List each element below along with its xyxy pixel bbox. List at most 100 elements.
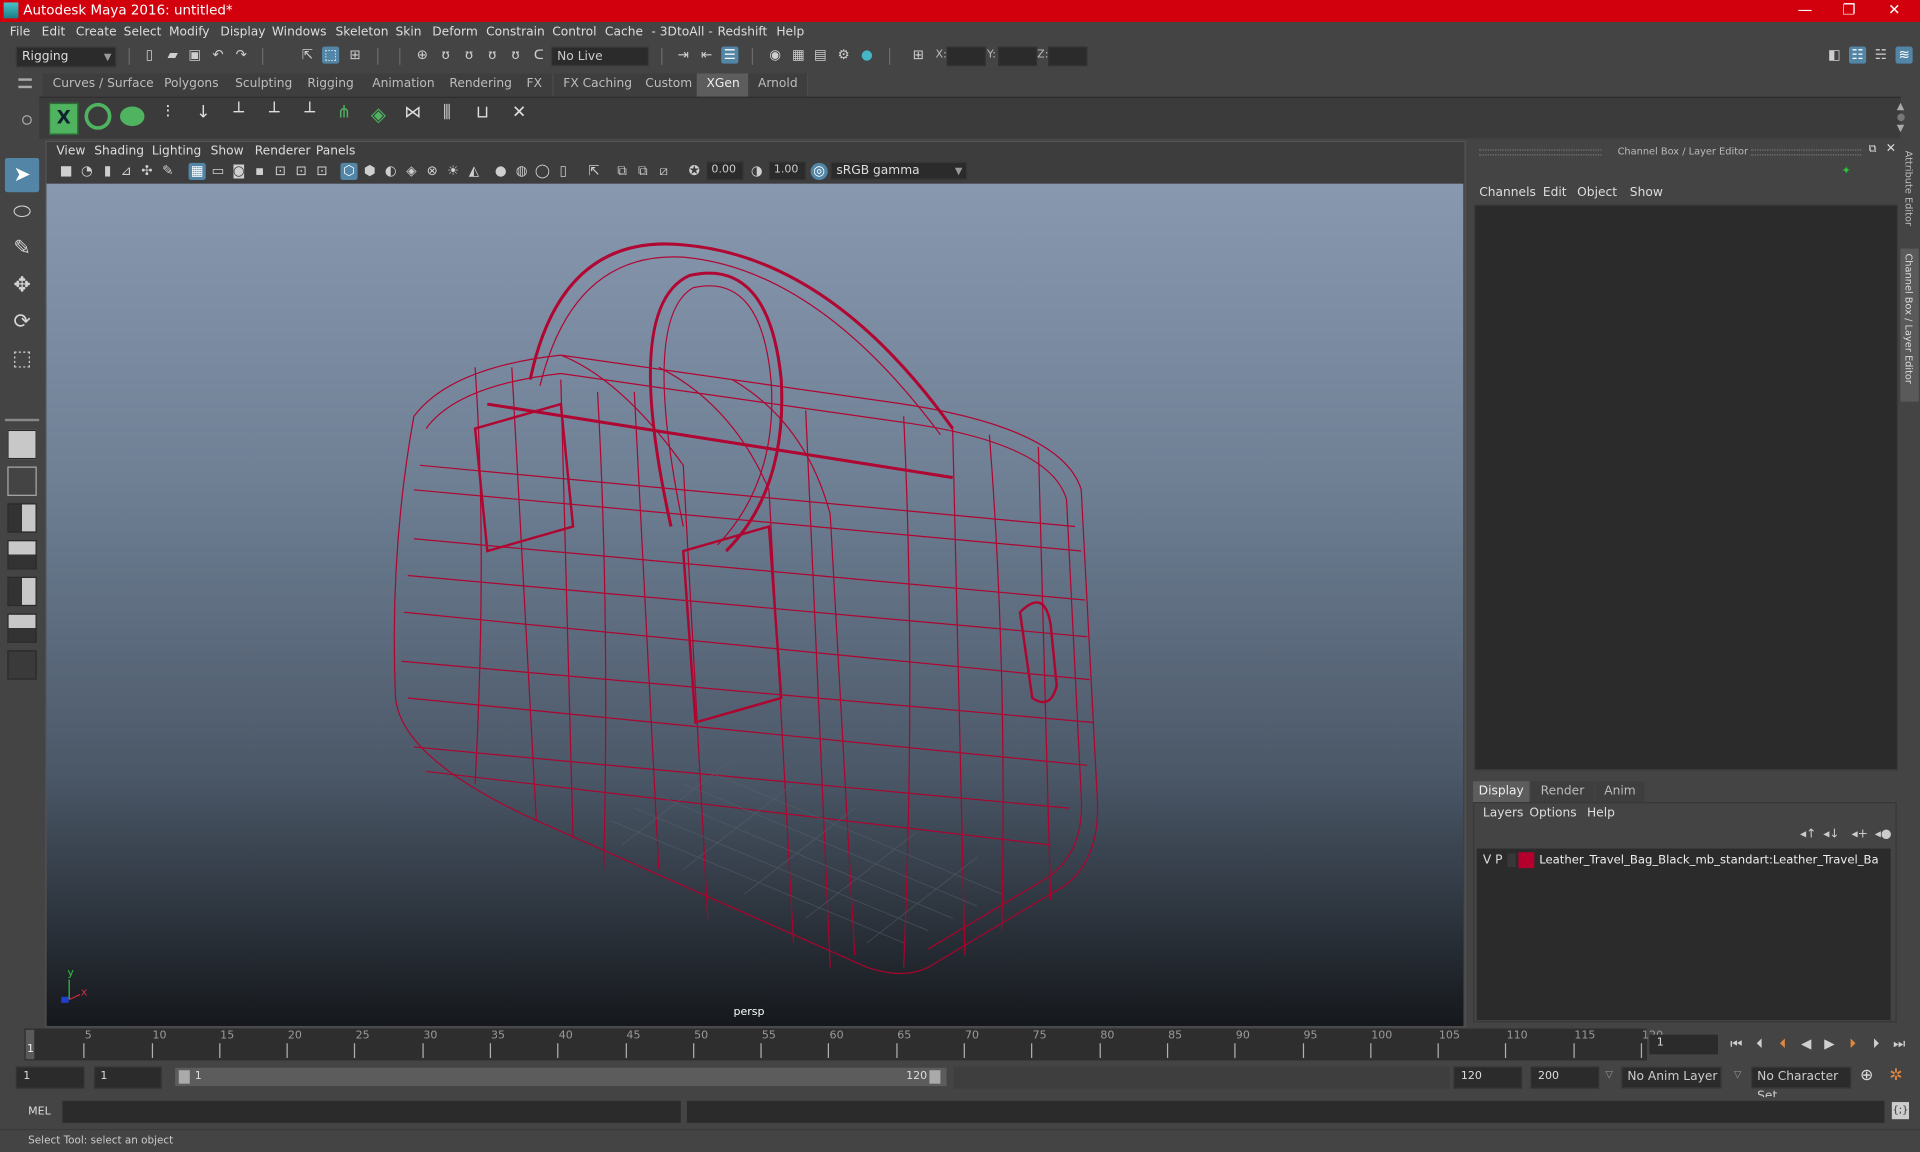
step-back-frame-icon[interactable]: ⏴: [1750, 1035, 1770, 1055]
menu-redshift[interactable]: Redshift: [718, 26, 768, 39]
menu-cache[interactable]: Cache: [605, 26, 643, 39]
xray-active-icon[interactable]: ⧉: [634, 163, 651, 180]
move-tool-icon[interactable]: ✥: [5, 268, 39, 302]
anti-aliasing-icon[interactable]: ◯: [534, 163, 551, 180]
menu-modify[interactable]: Modify: [169, 26, 210, 39]
shelf-tab-xgen[interactable]: XGen: [696, 73, 751, 97]
output-ops-icon[interactable]: ⇤: [698, 47, 715, 64]
screen-space-ao-icon[interactable]: ●: [492, 163, 509, 180]
color-management-toggle-icon[interactable]: ◎: [810, 162, 828, 181]
redo-icon[interactable]: ↷: [233, 47, 250, 64]
shelf-scroll-down-icon[interactable]: ▼: [1897, 122, 1905, 133]
persp-graph-layout-icon[interactable]: [7, 540, 37, 570]
layer-reference-toggle[interactable]: [1507, 853, 1516, 867]
layer-row[interactable]: V P Leather_Travel_Bag_Black_mb_standart…: [1477, 850, 1891, 871]
shelf-scroll-handle[interactable]: ●: [1897, 111, 1906, 122]
four-pane-layout-icon[interactable]: [7, 466, 37, 496]
custom-layout-icon[interactable]: [7, 650, 37, 680]
step-forward-frame-icon[interactable]: ⏵: [1866, 1035, 1886, 1055]
rotate-tool-icon[interactable]: ⟳: [5, 305, 39, 339]
snap-curve-icon[interactable]: ʊ: [437, 47, 454, 64]
minimize-button[interactable]: —: [1783, 0, 1827, 22]
safe-title-icon[interactable]: ⊡: [313, 163, 330, 180]
shelf-tab-curves-surfaces[interactable]: Curves / Surfaces: [42, 73, 172, 97]
snap-surface-icon[interactable]: ʊ: [507, 47, 524, 64]
step-forward-key-icon[interactable]: ⏵: [1843, 1035, 1863, 1055]
time-slider[interactable]: 1 5 10 15 20 25 30 35 40 45 50 55 60 65 70 75 80 85 90 95 1…: [24, 1028, 1663, 1061]
menu-file[interactable]: File: [10, 26, 30, 39]
go-to-start-icon[interactable]: ⏮: [1727, 1035, 1747, 1055]
guide-brush-icon[interactable]: ⋔: [331, 103, 358, 132]
render-settings-icon[interactable]: ⚙: [835, 47, 852, 64]
transform-mode-icon[interactable]: ⊞: [910, 47, 927, 64]
panel-menu-shading[interactable]: Shading: [94, 144, 144, 157]
grid-toggle-icon[interactable]: ▦: [188, 162, 206, 181]
make-live-icon[interactable]: ᑕ: [530, 47, 547, 64]
bookmark-icon[interactable]: ▮: [99, 163, 116, 180]
ipr-render-icon[interactable]: ▤: [812, 47, 829, 64]
panel-menu-panels[interactable]: Panels: [316, 144, 355, 157]
shelf-tab-rendering[interactable]: Rendering: [439, 73, 523, 97]
live-surface-field[interactable]: No Live Surface: [551, 46, 649, 83]
safe-action-icon[interactable]: ⊡: [293, 163, 310, 180]
outliner-persp-layout-icon[interactable]: [7, 503, 37, 533]
bake-guides-icon[interactable]: ⊔: [469, 103, 496, 132]
resolution-gate-icon[interactable]: ◙: [230, 163, 247, 180]
film-gate-icon[interactable]: ▭: [209, 163, 226, 180]
shelf-settings-icon[interactable]: [22, 115, 32, 125]
layer-name[interactable]: Leather_Travel_Bag_Black_mb_standart:Lea…: [1539, 853, 1878, 866]
menu-control[interactable]: Control: [552, 26, 596, 39]
script-editor-icon[interactable]: {;}: [1891, 1102, 1909, 1120]
select-object-icon[interactable]: ⬚: [322, 46, 340, 64]
move-layer-up-icon[interactable]: ◂↑: [1800, 828, 1816, 841]
lasso-tool-icon[interactable]: ⬭: [5, 195, 39, 229]
close-panel-icon[interactable]: ✕: [1886, 142, 1896, 155]
play-backwards-icon[interactable]: ◀: [1796, 1035, 1816, 1055]
sculpt-guides-icon[interactable]: ⋈: [399, 103, 426, 132]
menu-windows[interactable]: Windows: [272, 26, 327, 39]
save-scene-icon[interactable]: ▣: [186, 47, 203, 64]
character-set-dropdown[interactable]: No Character Set: [1751, 1066, 1852, 1103]
3d-viewport[interactable]: y x persp: [46, 183, 1464, 1027]
tool-settings-toggle-icon[interactable]: ☵: [1872, 47, 1889, 64]
new-layer-icon[interactable]: ◂+: [1851, 828, 1867, 841]
edit-menu[interactable]: Edit: [1543, 186, 1567, 199]
shelf-tab-custom[interactable]: Custom: [635, 73, 704, 97]
hypershade-icon[interactable]: ●: [858, 47, 875, 64]
command-input[interactable]: [62, 1100, 681, 1123]
xray-joints-icon[interactable]: ⧄: [655, 163, 672, 180]
groom-icon[interactable]: ◈: [365, 103, 392, 132]
go-to-end-icon[interactable]: ⏭: [1889, 1035, 1909, 1055]
shelf-menu-icon[interactable]: [18, 78, 32, 89]
exposure-input[interactable]: 0.00: [706, 161, 744, 181]
depth-of-field-icon[interactable]: ▯: [555, 163, 572, 180]
add-point-icon[interactable]: ┴: [225, 103, 252, 132]
select-component-icon[interactable]: ⊞: [347, 47, 364, 64]
select-hierarchy-icon[interactable]: ⇱: [299, 47, 316, 64]
refine-guides-icon[interactable]: ⫼: [433, 103, 460, 132]
snap-point-icon[interactable]: ʊ: [460, 47, 477, 64]
hypershade-persp-layout-icon[interactable]: [7, 576, 37, 607]
attribute-editor-tab[interactable]: Attribute Editor: [1900, 150, 1919, 237]
menu-select[interactable]: Select: [124, 26, 162, 39]
shelf-tab-rigging[interactable]: Rigging: [297, 73, 365, 97]
move-layer-down-icon[interactable]: ◂↓: [1823, 828, 1839, 841]
menu-display[interactable]: Display: [220, 26, 265, 39]
undo-icon[interactable]: ↶: [209, 47, 226, 64]
camera-icon[interactable]: ■: [58, 163, 75, 180]
range-slider[interactable]: 1 120: [175, 1067, 947, 1087]
character-set-chevron-icon[interactable]: ▽: [1734, 1069, 1742, 1080]
auto-key-icon[interactable]: ⊕: [1860, 1067, 1873, 1085]
menu-deform[interactable]: Deform: [432, 26, 478, 39]
smooth-shade-icon[interactable]: ⬢: [361, 163, 378, 180]
channels-menu[interactable]: Channels: [1479, 186, 1536, 199]
close-button[interactable]: ✕: [1872, 0, 1916, 22]
menu-constrain[interactable]: Constrain: [486, 26, 545, 39]
snap-grid-icon[interactable]: ⊕: [414, 47, 431, 64]
textured-icon[interactable]: ⊗: [424, 163, 441, 180]
exposure-icon[interactable]: ✪: [686, 163, 703, 180]
rotate-guide-icon[interactable]: ┴: [261, 103, 288, 132]
script-language-toggle[interactable]: MEL: [28, 1106, 51, 1118]
render-frame-icon[interactable]: ▦: [790, 47, 807, 64]
construction-history-icon[interactable]: ☰: [721, 46, 739, 64]
